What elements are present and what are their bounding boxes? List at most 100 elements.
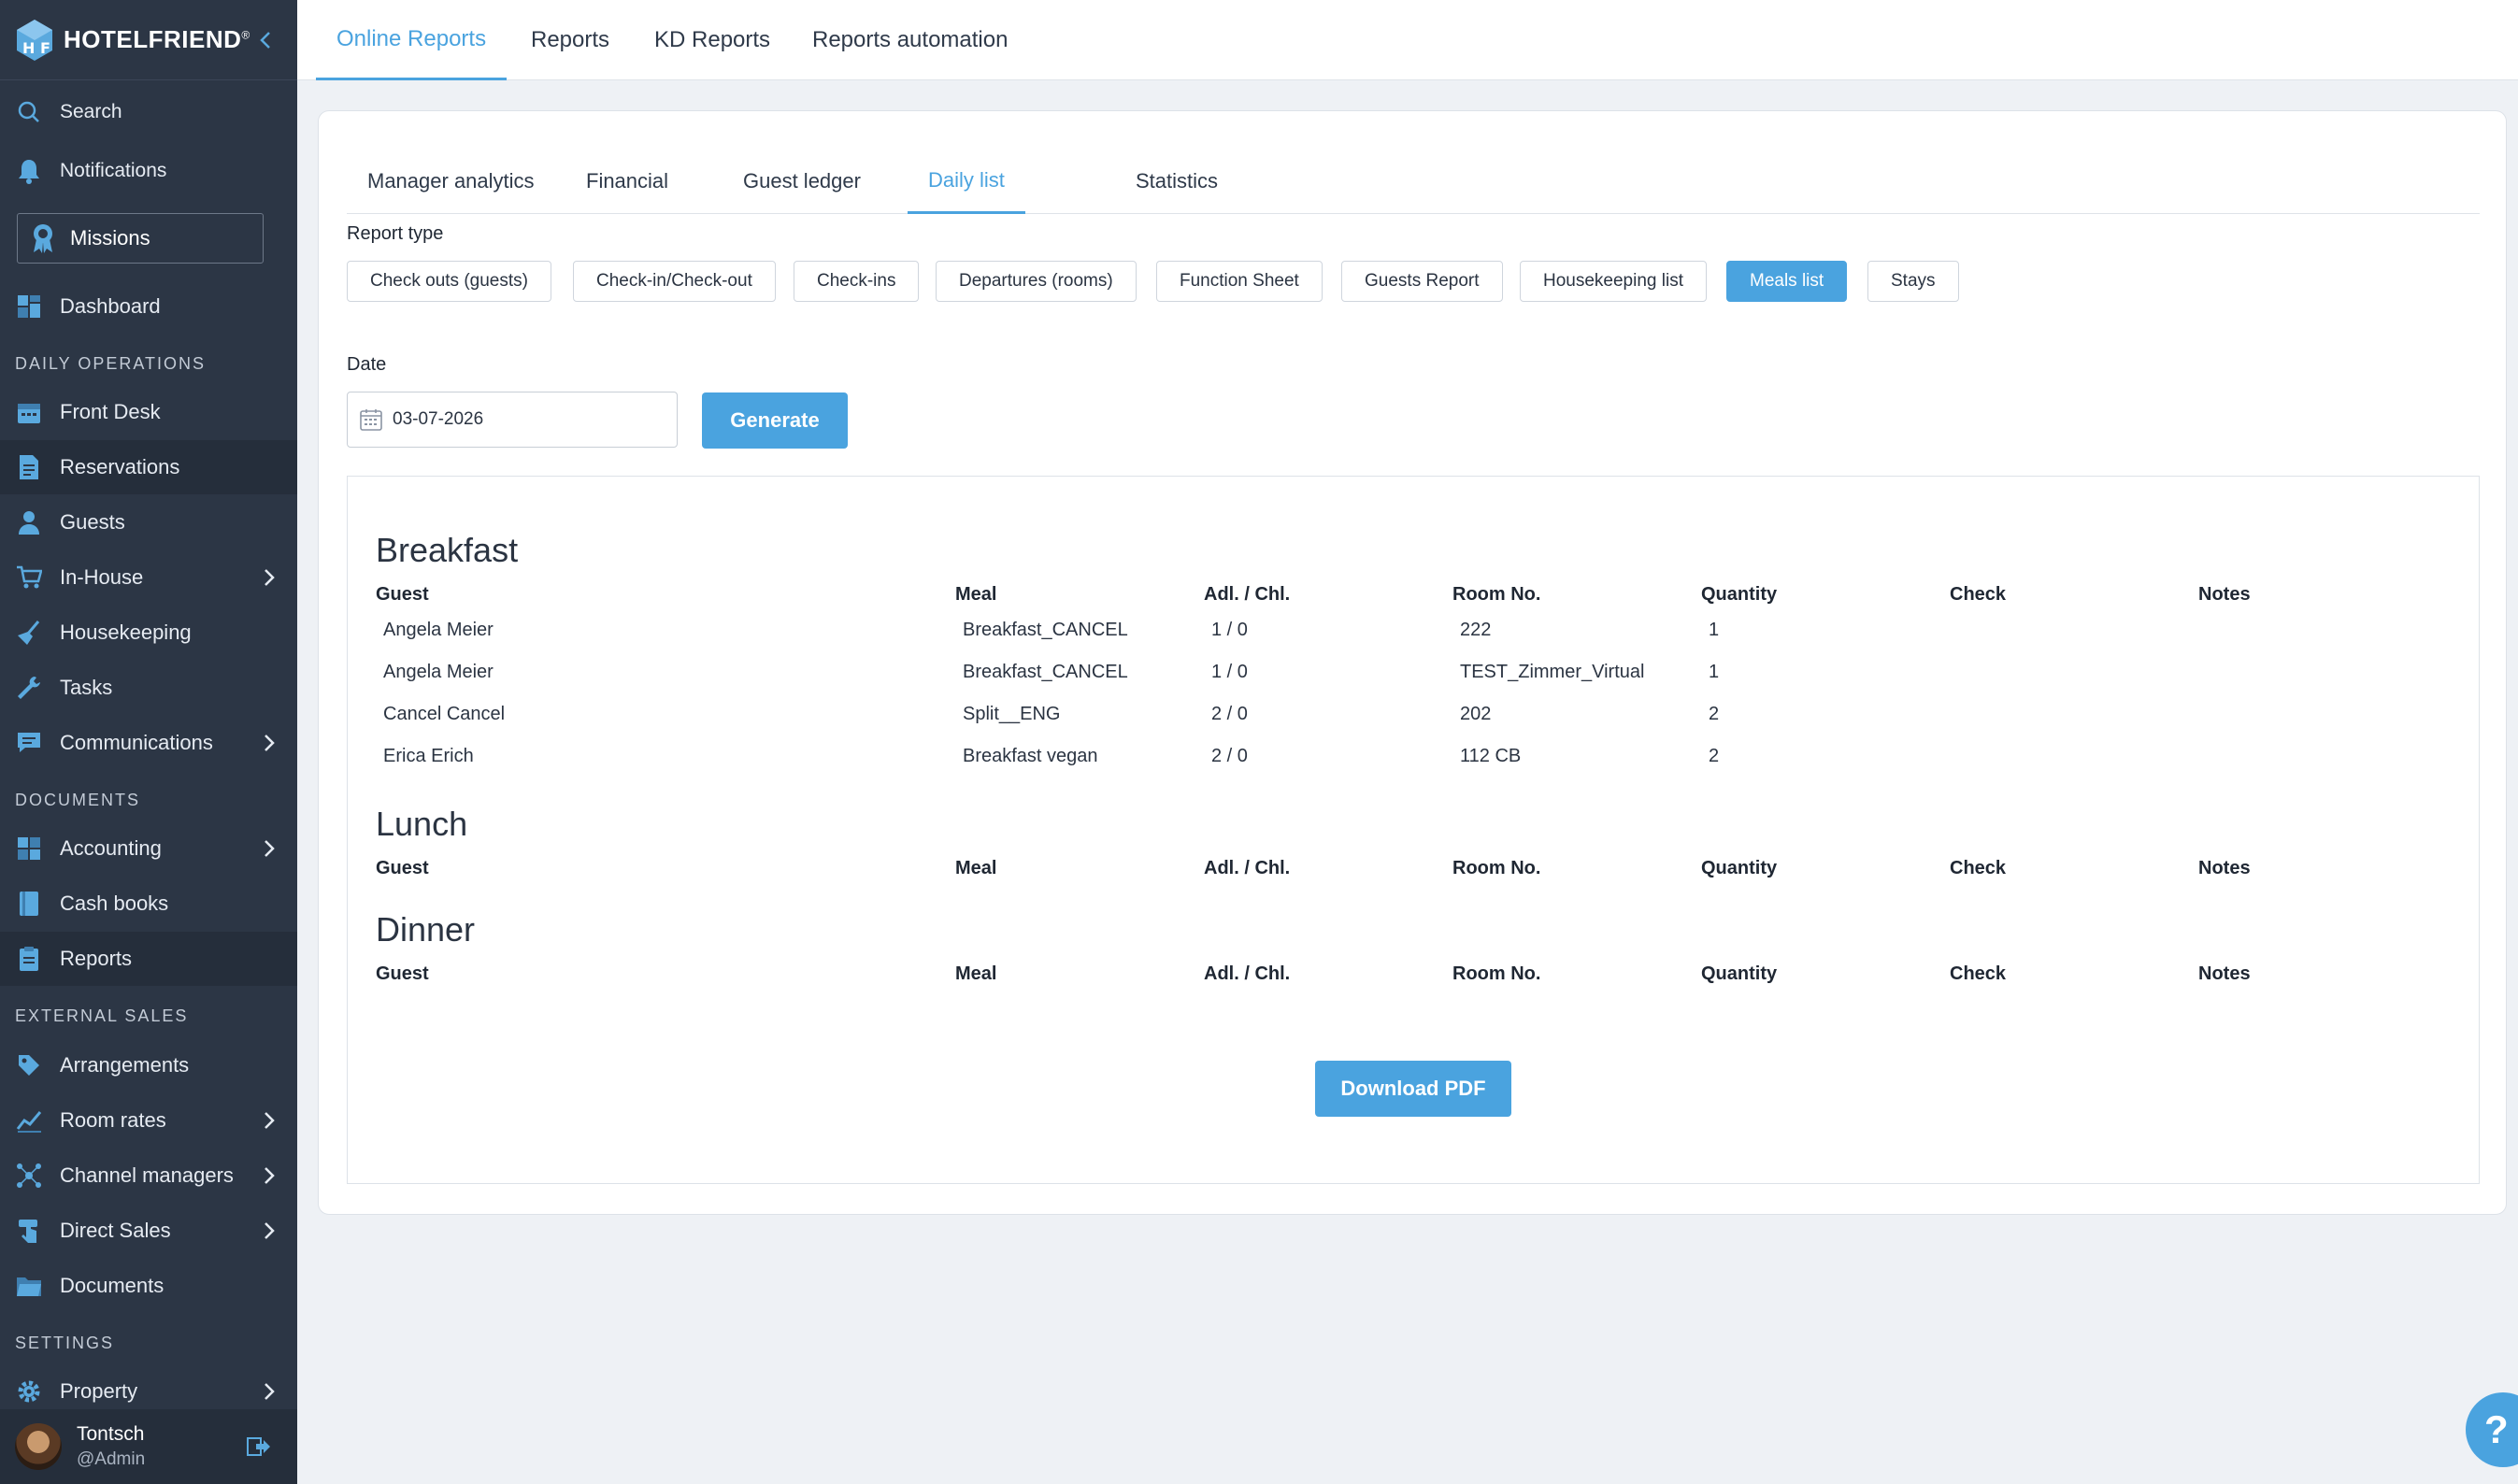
- table-cell-room: 222: [1460, 620, 1492, 640]
- chevron-right-icon: [265, 840, 275, 857]
- sidebar-item-in-house[interactable]: In-House: [0, 550, 297, 605]
- col-guest: Guest: [376, 584, 429, 605]
- sidebar-item-front-desk[interactable]: Front Desk: [0, 385, 297, 439]
- sidebar-item-direct-sales[interactable]: Direct Sales: [0, 1204, 297, 1258]
- hand-pointer-icon: [15, 1217, 43, 1245]
- sidebar-item-label: Cash books: [60, 892, 169, 915]
- col-guest: Guest: [376, 963, 429, 984]
- date-field[interactable]: 03-07-2026: [347, 392, 678, 448]
- report-type-housekeeping-list[interactable]: Housekeeping list: [1520, 261, 1707, 302]
- chevron-right-icon: [265, 569, 275, 586]
- book-icon: [15, 890, 43, 918]
- sidebar-item-reservations[interactable]: Reservations: [0, 440, 297, 494]
- collapse-sidebar-button[interactable]: [254, 26, 282, 54]
- tab-statistics[interactable]: Statistics: [1136, 149, 1218, 214]
- logout-icon[interactable]: [247, 1435, 271, 1458]
- col-quantity: Quantity: [1701, 963, 1778, 984]
- sidebar-item-label: Dashboard: [60, 294, 161, 318]
- tab-kd-reports[interactable]: KD Reports: [654, 0, 770, 80]
- report-type-check-ins[interactable]: Check-ins: [794, 261, 920, 302]
- table-cell-room: 202: [1460, 704, 1492, 724]
- sidebar-item-label: Front Desk: [60, 400, 161, 423]
- report-sub-tabs: Manager analytics Financial Guest ledger…: [347, 149, 2480, 214]
- report-type-departures-rooms[interactable]: Departures (rooms): [936, 261, 1137, 302]
- tag-icon: [15, 1051, 43, 1079]
- col-guest: Guest: [376, 858, 429, 878]
- tab-financial[interactable]: Financial: [586, 149, 668, 214]
- double-chevron-left-icon: [260, 31, 270, 49]
- meals-report: Breakfast Guest Meal Adl. / Chl. Room No…: [347, 476, 2480, 1184]
- network-icon: [15, 1162, 43, 1190]
- sidebar-item-label: Channel managers: [60, 1163, 234, 1187]
- sidebar-item-accounting[interactable]: Accounting: [0, 821, 297, 876]
- clipboard-icon: [15, 945, 43, 973]
- sidebar-item-communications[interactable]: Communications: [0, 716, 297, 770]
- sidebar-item-label: Reservations: [60, 455, 180, 478]
- tab-guest-ledger[interactable]: Guest ledger: [743, 149, 861, 214]
- tab-online-reports[interactable]: Online Reports: [316, 0, 508, 80]
- user-role: @Admin: [77, 1449, 146, 1469]
- top-tab-bar: Online Reports Reports KD Reports Report…: [297, 0, 2518, 80]
- avatar: [15, 1423, 62, 1470]
- sidebar-item-housekeeping[interactable]: Housekeeping: [0, 606, 297, 660]
- help-button[interactable]: ?: [2466, 1392, 2518, 1467]
- col-check: Check: [1950, 963, 2007, 984]
- section-daily-operations: DAILY OPERATIONS: [15, 354, 207, 373]
- col-quantity: Quantity: [1701, 584, 1778, 605]
- sidebar-item-reports[interactable]: Reports: [0, 932, 297, 986]
- tab-reports-automation[interactable]: Reports automation: [812, 0, 1008, 80]
- sidebar-item-label: Communications: [60, 731, 213, 754]
- wrench-icon: [15, 674, 43, 702]
- col-meal: Meal: [955, 584, 997, 605]
- sidebar-item-search[interactable]: Search: [0, 85, 297, 139]
- report-type-meals-list[interactable]: Meals list: [1726, 261, 1848, 302]
- sidebar-item-room-rates[interactable]: Room rates: [0, 1093, 297, 1148]
- report-type-guests-report[interactable]: Guests Report: [1341, 261, 1503, 302]
- download-pdf-button[interactable]: Download PDF: [1315, 1061, 1511, 1117]
- breakfast-title: Breakfast: [376, 531, 519, 569]
- sidebar-item-dashboard[interactable]: Dashboard: [0, 279, 297, 334]
- sidebar-item-label: Direct Sales: [60, 1219, 171, 1242]
- table-cell-meal: Breakfast_CANCEL: [963, 620, 1128, 640]
- sidebar-item-label: Reports: [60, 947, 133, 970]
- report-type-label: Report type: [347, 223, 444, 244]
- report-type-function-sheet[interactable]: Function Sheet: [1156, 261, 1323, 302]
- user-profile[interactable]: Tontsch @Admin: [0, 1409, 297, 1484]
- sidebar-item-tasks[interactable]: Tasks: [0, 661, 297, 715]
- chevron-right-icon: [265, 1222, 275, 1239]
- sidebar-item-label: Housekeeping: [60, 621, 192, 644]
- sidebar-item-label: Documents: [60, 1274, 165, 1297]
- col-meal: Meal: [955, 963, 997, 984]
- section-documents: DOCUMENTS: [15, 791, 140, 809]
- dashboard-icon: [15, 293, 43, 321]
- col-notes: Notes: [2198, 858, 2251, 878]
- generate-button[interactable]: Generate: [702, 392, 848, 449]
- sidebar-item-label: Tasks: [60, 676, 113, 699]
- table-cell-adl-chl: 1 / 0: [1211, 662, 1248, 682]
- sidebar-item-documents[interactable]: Documents: [0, 1259, 297, 1313]
- sidebar-item-guests[interactable]: Guests: [0, 495, 297, 549]
- hotelfriend-logo-icon: H F: [17, 19, 52, 61]
- sidebar-item-notifications[interactable]: Notifications: [0, 144, 297, 198]
- search-icon: [15, 98, 43, 126]
- chevron-right-icon: [265, 1383, 275, 1400]
- sidebar-item-channel-managers[interactable]: Channel managers: [0, 1149, 297, 1203]
- col-adults-children: Adl. / Chl.: [1204, 858, 1291, 878]
- tab-daily-list[interactable]: Daily list: [908, 149, 1025, 214]
- sidebar-item-arrangements[interactable]: Arrangements: [0, 1038, 297, 1092]
- table-cell-meal: Breakfast vegan: [963, 746, 1098, 766]
- tab-manager-analytics[interactable]: Manager analytics: [367, 149, 535, 214]
- col-notes: Notes: [2198, 584, 2251, 605]
- col-room-no: Room No.: [1452, 963, 1541, 984]
- col-notes: Notes: [2198, 963, 2251, 984]
- sidebar-item-cash-books[interactable]: Cash books: [0, 877, 297, 931]
- tab-reports[interactable]: Reports: [531, 0, 609, 80]
- table-cell-quantity: 1: [1709, 662, 1720, 682]
- sidebar-item-label: Notifications: [60, 160, 167, 181]
- document-list-icon: [15, 453, 43, 481]
- report-type-stays[interactable]: Stays: [1867, 261, 1959, 302]
- report-type-check-in-check-out[interactable]: Check-in/Check-out: [573, 261, 776, 302]
- report-type-check-outs-guests[interactable]: Check outs (guests): [347, 261, 551, 302]
- section-external-sales: EXTERNAL SALES: [15, 1006, 189, 1025]
- missions-button[interactable]: Missions: [17, 213, 264, 264]
